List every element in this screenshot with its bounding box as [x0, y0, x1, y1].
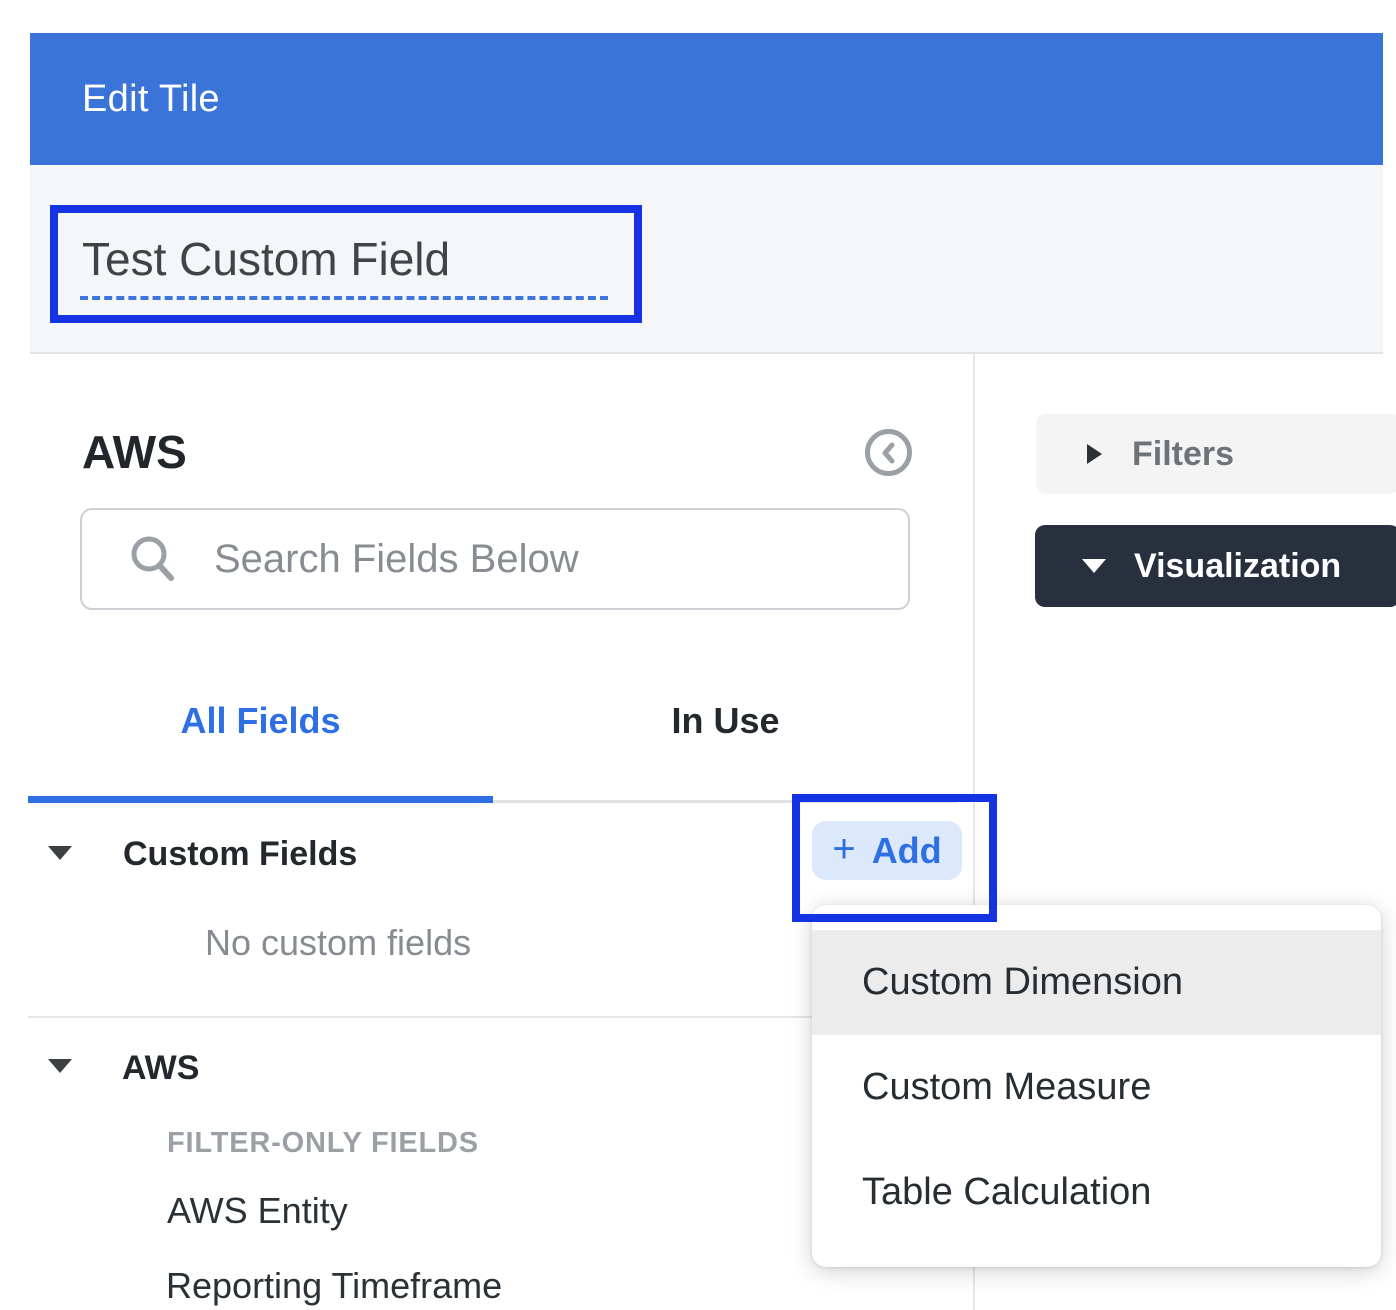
chevron-left-icon [876, 440, 902, 466]
menu-item-custom-dimension[interactable]: Custom Dimension [812, 930, 1381, 1035]
custom-fields-section-label[interactable]: Custom Fields [123, 835, 357, 874]
add-field-dropdown-menu: Custom Dimension Custom Measure Table Ca… [812, 905, 1381, 1267]
filters-expander[interactable]: Filters [1036, 414, 1396, 494]
field-aws-entity[interactable]: AWS Entity [167, 1190, 348, 1232]
add-button-label: Add [872, 830, 942, 872]
header-content-divider [30, 352, 1383, 354]
add-custom-field-button[interactable]: + Add [812, 821, 962, 880]
search-icon [128, 534, 178, 584]
tile-name-input[interactable]: Test Custom Field [82, 232, 450, 286]
dialog-title: Edit Tile [82, 33, 220, 165]
custom-fields-expander-triangle-down-icon[interactable] [48, 846, 72, 860]
search-input[interactable] [214, 537, 894, 582]
explore-name: AWS [82, 428, 187, 476]
aws-expander-triangle-down-icon[interactable] [48, 1059, 72, 1073]
filters-label: Filters [1132, 435, 1234, 474]
tab-all-fields[interactable]: All Fields [28, 700, 493, 742]
visualization-label: Visualization [1134, 547, 1341, 586]
collapse-panel-button[interactable] [865, 429, 912, 476]
tile-name-underline [80, 296, 608, 300]
tab-in-use[interactable]: In Use [493, 700, 958, 742]
menu-item-table-calculation[interactable]: Table Calculation [812, 1140, 1381, 1245]
dialog-header: Edit Tile [30, 33, 1383, 165]
no-custom-fields-text: No custom fields [205, 922, 471, 964]
aws-section-label[interactable]: AWS [122, 1049, 199, 1088]
active-tab-indicator [28, 796, 493, 803]
menu-item-custom-measure[interactable]: Custom Measure [812, 1035, 1381, 1140]
plus-icon: + [832, 827, 855, 872]
field-reporting-timeframe[interactable]: Reporting Timeframe [166, 1265, 502, 1307]
triangle-right-icon [1087, 444, 1102, 464]
visualization-expander[interactable]: Visualization [1035, 525, 1396, 607]
triangle-down-icon [1082, 559, 1106, 573]
field-search-box [80, 508, 910, 610]
edit-tile-dialog: Edit Tile Test Custom Field AWS All Fiel… [0, 0, 1396, 1310]
filter-only-fields-group-label: FILTER-ONLY FIELDS [167, 1127, 479, 1160]
